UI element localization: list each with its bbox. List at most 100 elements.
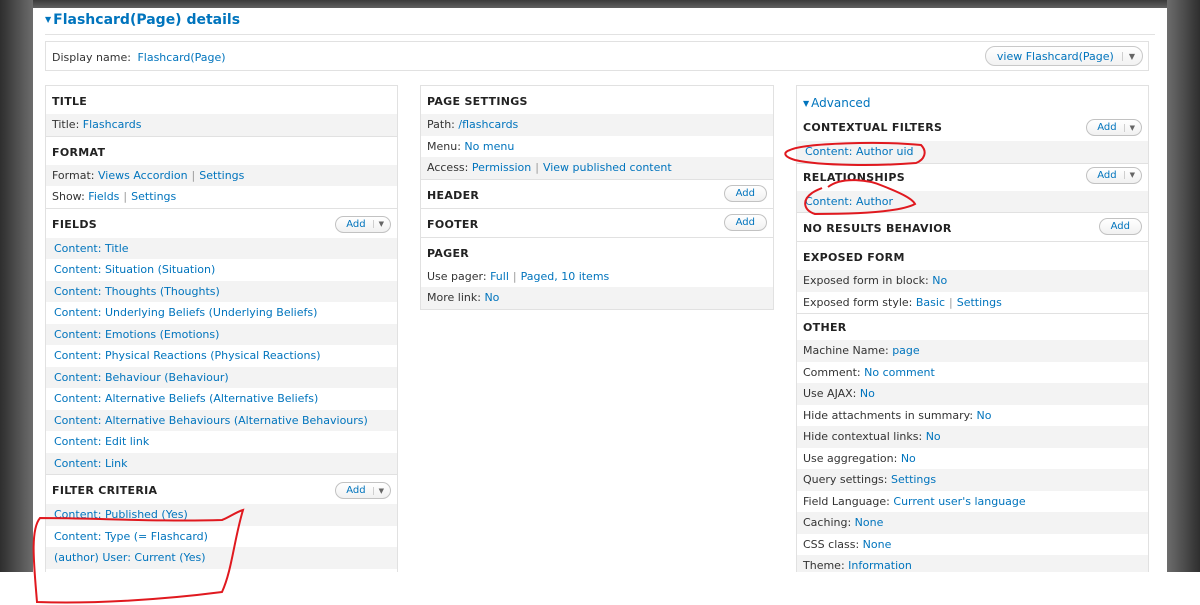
relationships-section: RELATIONSHIPS Add ▼ Content: Author xyxy=(796,163,1149,213)
details-toggle[interactable]: ▼ Flashcard(Page) details xyxy=(45,12,240,28)
chevron-down-icon[interactable]: ▼ xyxy=(372,486,390,495)
chevron-down-icon[interactable]: ▼ xyxy=(1123,171,1141,179)
more-link-value[interactable]: No xyxy=(484,291,499,304)
exposed-style-settings-link[interactable]: Settings xyxy=(957,296,1002,309)
other-link[interactable]: None xyxy=(863,538,892,551)
field-item[interactable]: Content: Link xyxy=(46,452,397,474)
field-item[interactable]: Content: Physical Reactions (Physical Re… xyxy=(46,345,397,367)
other-row: CSS class: None xyxy=(797,534,1148,556)
field-item[interactable]: Content: Situation (Situation) xyxy=(46,259,397,281)
field-link[interactable]: Content: Behaviour (Behaviour) xyxy=(54,371,229,384)
access-link[interactable]: Permission xyxy=(472,161,531,174)
add-relationship-label[interactable]: Add xyxy=(1087,170,1123,181)
field-item[interactable]: Content: Alternative Beliefs (Alternativ… xyxy=(46,388,397,410)
filter-item[interactable]: Content: Type (= Flashcard) xyxy=(46,526,397,548)
filter-heading-label: FILTER CRITERIA xyxy=(52,484,158,497)
field-link[interactable]: Content: Edit link xyxy=(54,435,149,448)
add-relationship-button[interactable]: Add ▼ xyxy=(1086,166,1142,184)
access-row: Access: Permission | View published conten… xyxy=(421,157,773,179)
pager-settings-link[interactable]: Paged, 10 items xyxy=(521,270,610,283)
filter-partial-row xyxy=(46,569,397,573)
field-item[interactable]: Content: Thoughts (Thoughts) xyxy=(46,280,397,302)
other-heading: OTHER xyxy=(803,321,847,334)
add-filter-button[interactable]: Add ▼ xyxy=(335,482,391,499)
format-settings-link[interactable]: Settings xyxy=(199,169,244,182)
path-link[interactable]: /flashcards xyxy=(458,118,518,131)
advanced-toggle[interactable]: ▼ Advanced xyxy=(797,86,1148,116)
chevron-down-icon[interactable]: ▼ xyxy=(1121,51,1142,61)
pager-link[interactable]: Full xyxy=(490,270,509,283)
other-link[interactable]: page xyxy=(892,344,919,357)
field-link[interactable]: Content: Alternative Beliefs (Alternativ… xyxy=(54,392,318,405)
other-label: Use aggregation: xyxy=(803,451,898,465)
field-item[interactable]: Content: Emotions (Emotions) xyxy=(46,323,397,345)
separator: | xyxy=(123,190,128,203)
filter-link[interactable]: (author) User: Current (Yes) xyxy=(54,551,206,564)
add-field-button[interactable]: Add ▼ xyxy=(335,215,391,233)
exposed-block-link[interactable]: No xyxy=(932,274,947,287)
contextual-filters-heading: CONTEXTUAL FILTERS Add ▼ xyxy=(797,116,1148,141)
show-settings-link[interactable]: Settings xyxy=(131,190,176,203)
add-no-results-button[interactable]: Add xyxy=(1098,218,1142,235)
other-link[interactable]: No xyxy=(860,387,875,400)
other-row: Hide attachments in summary: No xyxy=(797,405,1148,427)
contextual-filter-item[interactable]: Content: Author uid xyxy=(797,141,1148,163)
add-contextual-filter-label[interactable]: Add xyxy=(1087,122,1123,133)
exposed-style-link[interactable]: Basic xyxy=(916,296,945,309)
filter-item[interactable]: (author) User: Current (Yes) xyxy=(46,547,397,569)
field-item[interactable]: Content: Underlying Beliefs (Underlying … xyxy=(46,302,397,324)
field-item[interactable]: Content: Behaviour (Behaviour) xyxy=(46,366,397,388)
other-section: OTHER Machine Name: page Comment: No com… xyxy=(796,314,1149,572)
title-section: TITLE Title: Flashcards xyxy=(45,85,398,137)
other-link[interactable]: No xyxy=(977,409,992,422)
other-link[interactable]: None xyxy=(855,516,884,529)
filter-item[interactable]: Content: Published (Yes) xyxy=(46,504,397,526)
field-item[interactable]: Content: Alternative Behaviours (Alterna… xyxy=(46,409,397,431)
field-item[interactable]: Content: Title xyxy=(46,237,397,259)
field-link[interactable]: Content: Situation (Situation) xyxy=(54,263,215,276)
menu-row: Menu: No menu xyxy=(421,136,773,158)
title-label: Title: xyxy=(52,118,80,131)
add-filter-button-label[interactable]: Add xyxy=(336,485,372,496)
contextual-filter-link[interactable]: Content: Author uid xyxy=(805,145,914,158)
chevron-down-icon[interactable]: ▼ xyxy=(372,220,390,228)
add-footer-button-label[interactable]: Add xyxy=(725,217,766,228)
title-link[interactable]: Flashcards xyxy=(83,118,142,131)
field-link[interactable]: Content: Link xyxy=(54,457,127,470)
add-header-button-label[interactable]: Add xyxy=(725,188,766,199)
view-page-button-label[interactable]: view Flashcard(Page) xyxy=(986,50,1122,63)
field-link[interactable]: Content: Physical Reactions (Physical Re… xyxy=(54,349,321,362)
field-link[interactable]: Content: Underlying Beliefs (Underlying … xyxy=(54,306,317,319)
display-name-link[interactable]: Flashcard(Page) xyxy=(137,51,225,64)
field-item[interactable]: Content: Edit link xyxy=(46,431,397,453)
other-link[interactable]: Information xyxy=(848,559,912,572)
access-settings-link[interactable]: View published content xyxy=(543,161,672,174)
relationship-link[interactable]: Content: Author xyxy=(805,195,893,208)
advanced-label[interactable]: Advanced xyxy=(811,96,870,110)
menu-link[interactable]: No menu xyxy=(464,140,514,153)
other-link[interactable]: No comment xyxy=(864,366,935,379)
relationship-item[interactable]: Content: Author xyxy=(797,190,1148,212)
add-footer-button[interactable]: Add xyxy=(723,213,767,231)
view-page-button[interactable]: view Flashcard(Page) ▼ xyxy=(984,46,1143,66)
exposed-style-row: Exposed form style: Basic | Settings xyxy=(797,292,1148,314)
relationships-label: RELATIONSHIPS xyxy=(803,170,905,184)
show-link[interactable]: Fields xyxy=(88,190,119,203)
other-link[interactable]: No xyxy=(901,452,916,465)
field-link[interactable]: Content: Title xyxy=(54,242,129,255)
add-no-results-label[interactable]: Add xyxy=(1100,221,1141,232)
filter-link[interactable]: Content: Published (Yes) xyxy=(54,508,188,521)
add-contextual-filter-button[interactable]: Add ▼ xyxy=(1086,119,1142,136)
field-link[interactable]: Content: Thoughts (Thoughts) xyxy=(54,285,220,298)
title-row: Title: Flashcards xyxy=(46,114,397,136)
other-link[interactable]: No xyxy=(926,430,941,443)
field-link[interactable]: Content: Alternative Behaviours (Alterna… xyxy=(54,414,368,427)
other-link[interactable]: Current user's language xyxy=(893,495,1025,508)
add-field-button-label[interactable]: Add xyxy=(336,219,372,230)
filter-link[interactable]: Content: Type (= Flashcard) xyxy=(54,530,208,543)
chevron-down-icon[interactable]: ▼ xyxy=(1123,123,1141,132)
add-header-button[interactable]: Add xyxy=(723,184,767,202)
field-link[interactable]: Content: Emotions (Emotions) xyxy=(54,328,219,341)
other-link[interactable]: Settings xyxy=(891,473,936,486)
format-link[interactable]: Views Accordion xyxy=(98,169,188,182)
